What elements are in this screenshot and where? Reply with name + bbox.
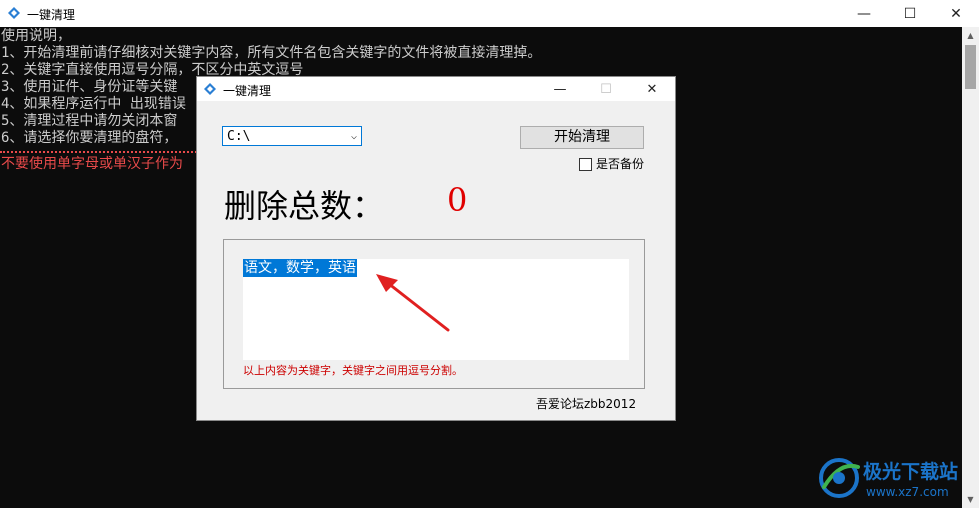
keyword-hint: 以上内容为关键字，关键字之间用逗号分割。 <box>243 364 463 377</box>
console-line: 使用说明， <box>1 28 71 44</box>
outer-title-bar: 一键清理 — ☐ ✕ <box>0 0 979 27</box>
author-credit: 吾爱论坛zbb2012 <box>536 397 637 411</box>
annotation-arrow-icon <box>376 274 450 332</box>
dialog-maximize-button[interactable]: ☐ <box>583 77 629 101</box>
outer-window-title: 一键清理 <box>27 8 76 22</box>
scroll-up-arrow-icon[interactable]: ▲ <box>962 27 979 44</box>
scrollbar-thumb[interactable] <box>965 45 976 89</box>
total-deleted-value: 0 <box>447 181 468 219</box>
total-deleted-label: 删除总数： <box>224 187 385 225</box>
outer-close-button[interactable]: ✕ <box>933 0 979 27</box>
console-scrollbar[interactable]: ▲ ▼ <box>962 27 979 508</box>
start-clean-button[interactable]: 开始清理 <box>520 126 644 149</box>
minimize-icon: — <box>857 5 871 22</box>
watermark-name: 极光下载站 <box>863 461 959 483</box>
drive-select[interactable]: C:\ ⌵ <box>222 126 362 146</box>
watermark: 极光下载站 www.xz7.com <box>816 455 976 505</box>
console-line: 3、使用证件、身份证等关键 <box>1 79 178 95</box>
maximize-icon: ☐ <box>600 81 612 97</box>
backup-checkbox[interactable] <box>579 158 592 171</box>
dialog-close-button[interactable]: ✕ <box>629 77 675 101</box>
watermark-url: www.xz7.com <box>866 485 949 499</box>
keyword-text: 语文，数学，英语 <box>243 259 357 277</box>
drive-select-value: C:\ <box>227 129 251 144</box>
maximize-icon: ☐ <box>903 5 917 22</box>
dialog-minimize-button[interactable]: — <box>537 77 583 101</box>
backup-label[interactable]: 是否备份 <box>596 155 644 172</box>
console-line: 4、如果程序运行中 出现错误 <box>1 96 186 112</box>
app-logo-icon <box>7 6 21 20</box>
close-icon: ✕ <box>950 5 962 22</box>
outer-maximize-button[interactable]: ☐ <box>887 0 933 27</box>
cleaner-dialog: 一键清理 — ☐ ✕ C:\ ⌵ 开始清理 是否备份 删除总数： 0 语文，数学… <box>196 76 676 421</box>
console-divider <box>0 151 200 153</box>
console-line: 1、开始清理前请仔细核对关键字内容，所有文件名包含关键字的文件将被直接清理掉。 <box>1 45 542 61</box>
outer-minimize-button[interactable]: — <box>841 0 887 27</box>
dialog-title-bar: 一键清理 — ☐ ✕ <box>197 77 675 101</box>
watermark-logo-icon <box>819 458 860 498</box>
console-line: 6、请选择你要清理的盘符， <box>1 130 178 146</box>
dialog-title: 一键清理 <box>223 84 272 98</box>
minimize-icon: — <box>553 81 567 97</box>
chevron-down-icon: ⌵ <box>350 131 357 142</box>
close-icon: ✕ <box>646 81 658 97</box>
console-line: 5、清理过程中请勿关闭本窗 <box>1 113 178 129</box>
console-warning: 不要使用单字母或单汉子作为 <box>1 156 183 172</box>
app-logo-icon <box>203 82 217 96</box>
